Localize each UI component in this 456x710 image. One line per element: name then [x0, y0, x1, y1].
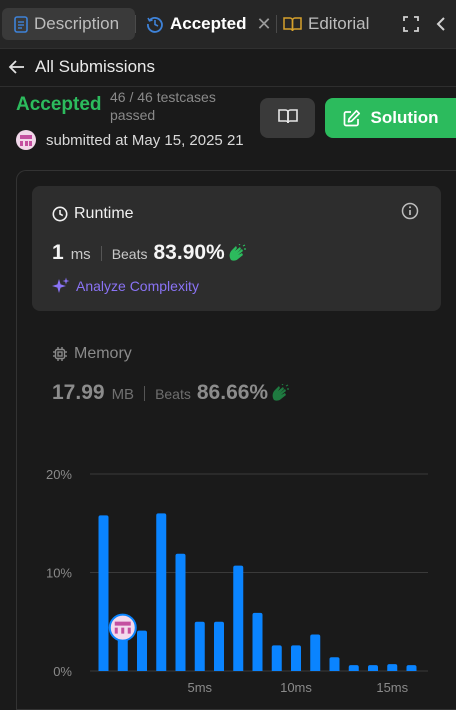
chart-bar[interactable]: [252, 612, 263, 671]
divider: [0, 86, 456, 87]
clock-icon: [52, 206, 68, 222]
all-submissions-link[interactable]: All Submissions: [8, 52, 155, 82]
chart-bar[interactable]: [233, 565, 244, 671]
beats-label: Beats: [155, 386, 191, 402]
memory-unit: MB: [111, 386, 135, 403]
chart-bar[interactable]: [329, 657, 340, 671]
runtime-unit: ms: [70, 246, 91, 263]
y-tick-label: 20%: [46, 467, 72, 482]
runtime-stats: 1 ms Beats 83.90%: [52, 241, 247, 265]
divider: [100, 245, 102, 261]
x-tick-label: 10ms: [280, 680, 312, 695]
y-tick-label: 10%: [46, 566, 72, 581]
book-open-icon: [277, 108, 298, 129]
chart-bar[interactable]: [214, 621, 224, 671]
submission-status: Accepted: [16, 94, 102, 115]
tab-accepted[interactable]: Accepted ✕: [136, 8, 276, 40]
chart-bar[interactable]: [137, 630, 147, 671]
runtime-beats-percent: 83.90%: [153, 241, 225, 264]
chart-bar[interactable]: [175, 553, 186, 671]
memory-beats-percent: 86.66%: [196, 381, 269, 404]
memory-label: Memory: [74, 345, 132, 362]
tab-description[interactable]: Description: [2, 8, 135, 40]
x-tick-label: 5ms: [187, 680, 212, 695]
description-icon: [14, 15, 28, 33]
chart-bar[interactable]: [406, 665, 417, 671]
clap-icon: [271, 384, 290, 402]
chevron-left-icon[interactable]: [426, 16, 456, 32]
memory-value: 17.99: [52, 381, 105, 404]
info-icon[interactable]: [401, 202, 419, 225]
chart-bar[interactable]: [98, 515, 109, 671]
tab-label: Description: [34, 14, 120, 33]
analyze-label: Analyze Complexity: [76, 278, 199, 294]
runtime-label: Runtime: [74, 205, 134, 222]
close-icon[interactable]: ✕: [257, 14, 272, 35]
beats-label: Beats: [111, 246, 148, 262]
tab-tools: [396, 0, 456, 48]
chart-bar[interactable]: [156, 513, 167, 671]
analyze-complexity-button[interactable]: Analyze Complexity: [52, 277, 199, 295]
runtime-distribution-chart: 20% 10% 0% 5ms 10ms 15ms: [46, 467, 428, 695]
clap-icon: [228, 244, 247, 262]
chart-bar[interactable]: [310, 634, 321, 671]
all-submissions-label: All Submissions: [35, 57, 155, 76]
divider: [144, 385, 146, 401]
arrow-left-icon: [8, 60, 25, 74]
submitted-time: submitted at May 15, 2025 21: [46, 131, 244, 149]
tab-editorial[interactable]: Editorial: [277, 8, 381, 40]
x-tick-label: 15ms: [376, 680, 408, 695]
testcases-passed: 46 / 46 testcases passed: [110, 89, 216, 123]
chart-bar[interactable]: [291, 645, 301, 671]
fullscreen-icon[interactable]: [396, 16, 426, 32]
edit-icon: [343, 109, 360, 127]
memory-stats: 17.99 MB Beats 86.66%: [52, 381, 290, 405]
history-icon: [146, 15, 164, 33]
y-tick-label: 0%: [53, 664, 72, 679]
chip-icon: [53, 347, 67, 361]
chart-bar[interactable]: [194, 621, 205, 671]
chart-bar[interactable]: [271, 645, 282, 671]
notes-button[interactable]: [260, 98, 315, 138]
tab-label: Editorial: [308, 14, 370, 33]
submission-meta: submitted at May 15, 2025 21: [16, 130, 244, 150]
sparkle-icon: [52, 277, 70, 293]
solution-label: Solution: [370, 108, 439, 127]
memory-title[interactable]: Memory: [52, 345, 132, 363]
chart-bar[interactable]: [387, 664, 398, 671]
solution-button[interactable]: Solution: [325, 98, 456, 138]
chart-bar[interactable]: [368, 665, 378, 671]
book-icon: [283, 16, 302, 32]
user-avatar-marker[interactable]: [108, 613, 137, 642]
tab-label: Accepted: [170, 14, 247, 33]
chart-bar[interactable]: [348, 665, 359, 671]
runtime-title: Runtime: [52, 205, 134, 223]
avatar[interactable]: [16, 130, 36, 150]
runtime-value: 1: [52, 241, 64, 264]
tab-bar: Description Accepted ✕ Editorial: [0, 0, 456, 49]
